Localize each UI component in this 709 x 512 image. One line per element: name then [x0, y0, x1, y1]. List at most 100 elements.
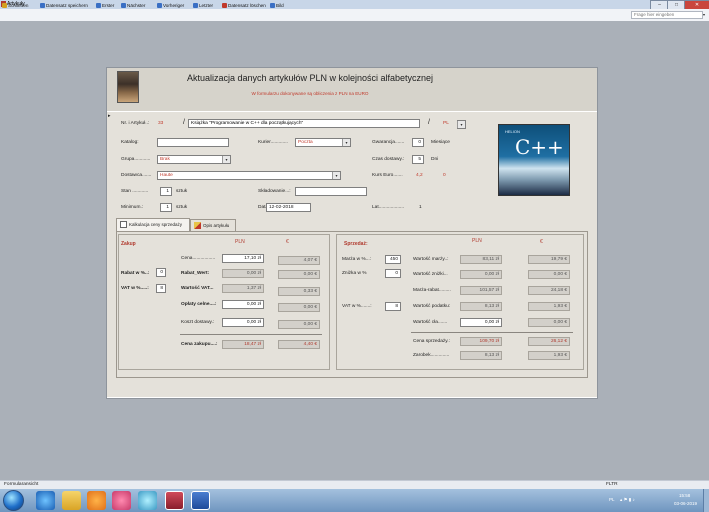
lat-value: 1 — [419, 205, 422, 210]
tools-icon[interactable] — [138, 491, 157, 510]
chevron-down-icon: ▾ — [332, 172, 340, 179]
minimum-field[interactable]: 1 — [160, 203, 172, 212]
currency-dropdown[interactable]: ▾ — [457, 120, 466, 129]
skladowanie-field[interactable] — [295, 187, 367, 196]
sprzedaz-col-eur: € — [540, 239, 543, 245]
delete-record-icon — [222, 3, 227, 8]
sprzedaz-row-label: Marża-rabat......... — [413, 288, 451, 293]
zakup-row-label: Rabat_Wert: — [181, 271, 210, 276]
sprzedaz-header: Sprzedaż: — [344, 241, 368, 247]
save-record-icon — [40, 3, 45, 8]
gwarancja-label: Gwarancja....... — [372, 140, 405, 145]
kurs-euro-extra: 0 — [443, 173, 446, 178]
last-record-button[interactable]: Letzter — [193, 2, 213, 10]
kurier-label: Kurier............. — [258, 140, 288, 145]
dostawca-label: Dostawca....... — [121, 173, 152, 178]
dostawca-dropdown[interactable]: Haute ▾ — [157, 171, 341, 180]
stan-field[interactable]: 1 — [160, 187, 172, 196]
vat-sprzedaz-field[interactable]: 8 — [385, 302, 401, 311]
gwarancja-field[interactable]: 0 — [412, 138, 424, 147]
znizka-field[interactable]: 0 — [385, 269, 401, 278]
slash-separator-2: / — [428, 119, 430, 126]
cena-pln-field[interactable]: 17,10 zł — [222, 254, 264, 263]
vat-value-eur-field: 0,33 € — [278, 287, 320, 296]
zakup-row-label: Cena................. — [181, 256, 216, 261]
article-name-field[interactable]: Książka "Programowanie w C++ dla początk… — [188, 119, 420, 128]
help-search-input[interactable] — [631, 11, 703, 19]
zakup-row-label: Opłaty celne....: — [181, 302, 217, 307]
wartosc-cla-eur-field: 0,00 € — [528, 318, 570, 327]
sprzedaz-row-label: Wartość cła....... — [413, 320, 448, 325]
explorer-icon[interactable] — [62, 491, 81, 510]
show-desktop-button[interactable] — [703, 489, 709, 512]
paint-icon[interactable] — [112, 491, 131, 510]
sprzedaz-col-pln: PLN — [472, 238, 482, 244]
start-button[interactable] — [3, 490, 24, 511]
last-record-icon — [193, 3, 198, 8]
lat-label: Lat................... — [372, 205, 404, 210]
rabat-field[interactable]: 0 — [156, 268, 166, 277]
zarobek-eur-field: 1,93 € — [528, 351, 570, 360]
close-form-icon — [2, 3, 7, 8]
nr-label: Nr. i Artykuł..: — [121, 121, 150, 126]
katalog-field[interactable] — [157, 138, 229, 147]
calculator-icon — [120, 221, 127, 228]
tab-opis-artykulu[interactable]: Opis artykułu — [190, 219, 236, 231]
chevron-down-icon: ▾ — [222, 156, 230, 163]
znizka-label: Zniżka w % — [342, 271, 367, 276]
cena-zakupu-pln-field: 18,47 zł — [222, 340, 264, 349]
rabat-label: Rabat w %..: — [121, 271, 150, 276]
close-form-button[interactable]: Schließen — [2, 2, 28, 10]
data-zakupu-field[interactable]: 12-02-2018 — [266, 203, 311, 212]
koszt-dostawy-pln-field[interactable]: 0,00 zł — [222, 318, 264, 327]
minimum-label: Minimum.: — [121, 205, 144, 210]
wartosc-podatku-pln-field: 8,13 zł — [460, 302, 502, 311]
kurs-euro-label: Kurs Euro....... — [372, 173, 403, 178]
delete-record-button[interactable]: Datensatz löschen — [222, 2, 266, 10]
record-selector-icon[interactable]: ▸ — [108, 113, 111, 119]
vat-value-pln-field: 1,37 zł — [222, 284, 264, 293]
kurier-dropdown[interactable]: Poczta ▾ — [295, 138, 351, 147]
clock-date[interactable]: 03-06-2019 — [674, 501, 697, 506]
kurs-euro-value: 4,2 — [416, 173, 423, 178]
media-player-icon[interactable] — [87, 491, 106, 510]
cena-sprzedazy-label: Cena sprzedaży.: — [413, 339, 450, 344]
tray-icons[interactable]: ▴ ⚑ ▮ ♪ — [620, 497, 635, 503]
oplaty-celne-pln-field[interactable]: 0,00 zł — [222, 300, 264, 309]
tab-kalkulacja[interactable]: Kalkulacja ceny sprzedaży — [116, 218, 190, 231]
search-dropdown-icon[interactable]: ▾ — [703, 12, 705, 17]
katalog-label: Katalog: — [121, 140, 139, 145]
wartosc-znizki-eur-field: 0,00 € — [528, 270, 570, 279]
grupa-dropdown[interactable]: Brak ▾ — [157, 155, 231, 164]
status-view-mode: Formularansicht — [4, 482, 39, 487]
sprzedaz-divider — [411, 332, 573, 333]
grupa-label: Grupa............ — [121, 157, 151, 162]
koszt-dostawy-eur-field: 0,00 € — [278, 320, 320, 329]
sprzedaz-row-label: Wartość zniżki... — [413, 272, 448, 277]
form-subtitle: W formularzu dokonywane są obliczenia z … — [251, 91, 369, 96]
previous-record-button[interactable]: Vorheriger — [157, 2, 184, 10]
chevron-down-icon: ▾ — [457, 121, 465, 128]
access-icon[interactable] — [165, 491, 184, 510]
ie-icon[interactable] — [36, 491, 55, 510]
image-button[interactable]: Bild — [270, 2, 284, 10]
zakup-col-eur: € — [286, 239, 289, 245]
first-record-button[interactable]: Erster — [96, 2, 114, 10]
czas-dostawy-field[interactable]: 5 — [412, 155, 424, 164]
word-icon[interactable] — [191, 491, 210, 510]
marza-label: Marża w %...: — [342, 257, 372, 262]
image-icon — [270, 3, 275, 8]
wartosc-cla-pln-field[interactable]: 0,00 zł — [460, 318, 502, 327]
marza-field[interactable]: 450 — [385, 255, 401, 264]
save-record-button[interactable]: Datensatz speichern — [40, 2, 88, 10]
nr-value: 33 — [158, 121, 164, 126]
gwarancja-unit: Miesiące — [431, 140, 450, 145]
vat-zakup-field[interactable]: 8 — [156, 284, 166, 293]
sprzedaz-row-label: Wartość marży..: — [413, 257, 449, 262]
czas-dostawy-label: Czas dostawy.: — [372, 157, 405, 162]
zakup-row-label: Koszt dostawy.: — [181, 320, 215, 325]
minimum-unit: sztuk — [176, 205, 188, 210]
next-record-button[interactable]: Nächster — [121, 2, 145, 10]
keyboard-language[interactable]: PL — [609, 497, 615, 502]
clock-time[interactable]: 15:58 — [679, 493, 690, 498]
